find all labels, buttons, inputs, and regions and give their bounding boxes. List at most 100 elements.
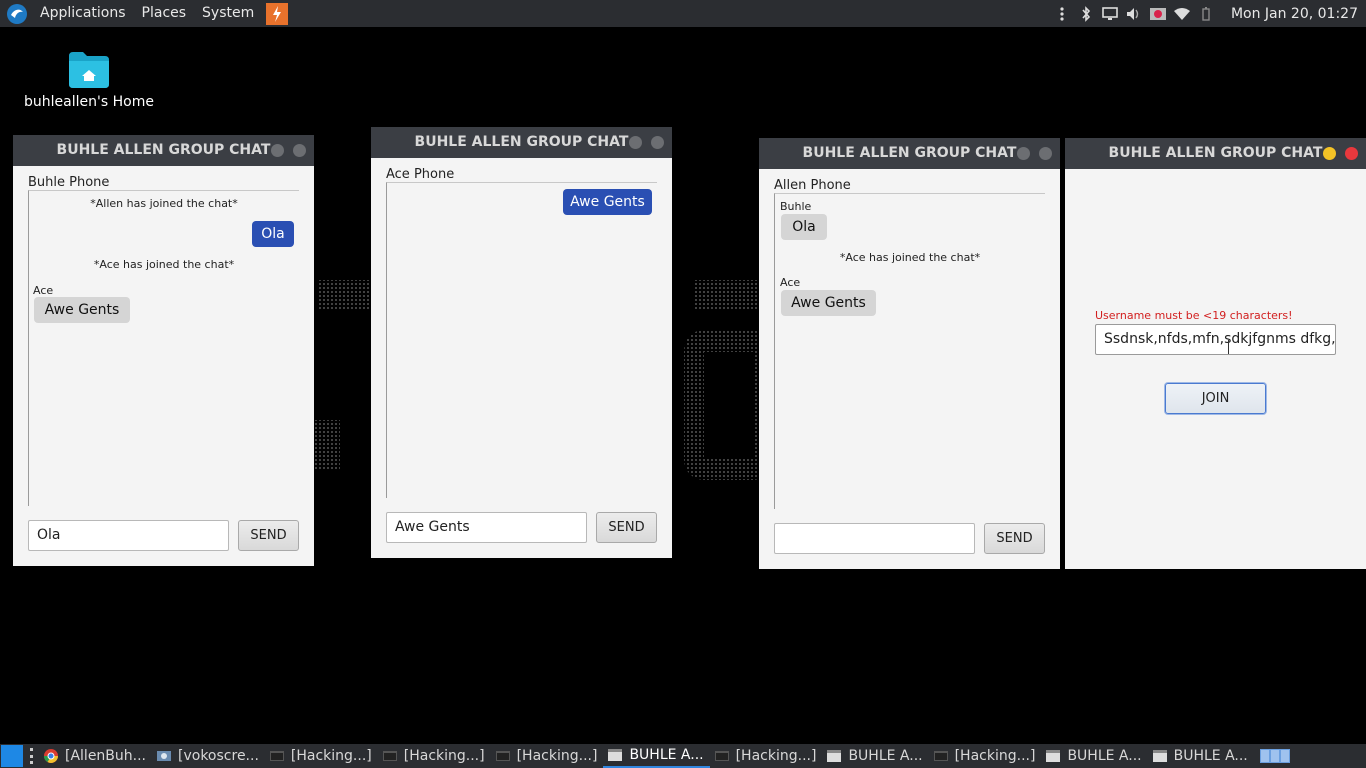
window-title: BUHLE ALLEN GROUP CHAT (1108, 145, 1323, 161)
incoming-message-bubble: Ola (781, 214, 827, 240)
tray-menu-icon[interactable] (1053, 5, 1071, 23)
window-titlebar[interactable]: BUHLE ALLEN GROUP CHAT (1065, 138, 1366, 169)
outgoing-message-bubble: Awe Gents (563, 189, 652, 215)
taskbar-task-terminal[interactable]: [Hacking...] (491, 744, 604, 768)
top-panel: Applications Places System Mon Jan 20, 0… (0, 0, 1366, 27)
chat-window-buhle: BUHLE ALLEN GROUP CHAT Buhle Phone *Alle… (13, 135, 314, 566)
home-folder-desktop-icon[interactable]: buhleallen's Home (22, 52, 156, 110)
text-cursor-icon (1228, 340, 1229, 354)
menu-applications[interactable]: Applications (32, 0, 134, 27)
chat-window-ace: BUHLE ALLEN GROUP CHAT Ace Phone Awe Gen… (371, 127, 672, 558)
minimize-button[interactable] (1017, 147, 1030, 160)
taskbar-task-chrome[interactable]: [AllenBuh... (39, 744, 152, 768)
workspace-pager[interactable] (1259, 749, 1290, 763)
minimize-button[interactable] (1323, 147, 1336, 160)
window-icon (1046, 750, 1061, 762)
minimize-button[interactable] (271, 144, 284, 157)
message-input[interactable]: Ola (28, 520, 229, 551)
kali-logo-icon[interactable] (6, 3, 28, 25)
taskbar-task-label: BUHLE A... (1067, 748, 1142, 764)
chat-messages-area[interactable]: Buhle Ola *Ace has joined the chat* Ace … (774, 193, 1045, 509)
message-sender: Ace (780, 276, 801, 289)
taskbar-task-chat-window[interactable]: BUHLE A... (1148, 744, 1254, 768)
window-titlebar[interactable]: BUHLE ALLEN GROUP CHAT (759, 138, 1060, 169)
taskbar-task-terminal[interactable]: [Hacking...] (265, 744, 378, 768)
menu-system[interactable]: System (194, 0, 262, 27)
home-folder-label: buhleallen's Home (24, 94, 154, 110)
window-icon (608, 749, 623, 761)
message-sender: Ace (33, 284, 54, 297)
terminal-icon (495, 751, 510, 761)
close-button[interactable] (1039, 147, 1052, 160)
taskbar-task-terminal[interactable]: [Hacking...] (710, 744, 823, 768)
burp-launcher-icon[interactable] (266, 2, 289, 25)
join-button[interactable]: JOIN (1165, 383, 1266, 414)
taskbar: [AllenBuh... [vokoscre... [Hacking...] [… (0, 744, 1366, 768)
incoming-message-bubble: Awe Gents (781, 290, 876, 316)
outgoing-message-bubble: Ola (252, 221, 294, 247)
taskbar-task-label: [Hacking...] (516, 748, 598, 764)
close-button[interactable] (293, 144, 306, 157)
chat-window-allen: BUHLE ALLEN GROUP CHAT Allen Phone Buhle… (759, 138, 1060, 569)
taskbar-task-chat-window[interactable]: BUHLE A... (822, 744, 928, 768)
volume-icon[interactable] (1125, 5, 1143, 23)
taskbar-task-vokoscreen[interactable]: [vokoscre... (152, 744, 265, 768)
send-button[interactable]: SEND (238, 520, 299, 551)
taskbar-task-chat-window[interactable]: BUHLE A... (603, 744, 710, 768)
phone-label: Ace Phone (386, 167, 455, 182)
send-button[interactable]: SEND (596, 512, 657, 543)
terminal-icon (933, 751, 948, 761)
join-window: BUHLE ALLEN GROUP CHAT Username must be … (1065, 138, 1366, 569)
taskbar-task-label: [AllenBuh... (65, 748, 147, 764)
taskbar-task-terminal[interactable]: [Hacking...] (929, 744, 1042, 768)
taskbar-task-chat-window[interactable]: BUHLE A... (1041, 744, 1147, 768)
terminal-icon (382, 751, 397, 761)
terminal-icon (714, 751, 729, 761)
screen-recorder-icon[interactable] (1149, 5, 1167, 23)
message-sender: Buhle (780, 200, 812, 213)
phone-label: Allen Phone (774, 178, 851, 193)
taskbar-task-label: [Hacking...] (290, 748, 372, 764)
wifi-icon[interactable] (1173, 5, 1191, 23)
taskbar-task-label: [Hacking...] (403, 748, 485, 764)
menu-places[interactable]: Places (134, 0, 195, 27)
taskbar-task-label: [Hacking...] (954, 748, 1036, 764)
chat-messages-area[interactable]: *Allen has joined the chat* Ola *Ace has… (28, 190, 299, 506)
taskbar-task-label: [Hacking...] (735, 748, 817, 764)
bluetooth-icon[interactable] (1077, 5, 1095, 23)
phone-label: Buhle Phone (28, 175, 110, 190)
window-titlebar[interactable]: BUHLE ALLEN GROUP CHAT (13, 135, 314, 166)
vokoscreen-icon (157, 751, 172, 761)
taskbar-task-terminal[interactable]: [Hacking...] (378, 744, 491, 768)
close-button[interactable] (1345, 147, 1358, 160)
window-icon (1152, 750, 1167, 762)
system-message: *Ace has joined the chat* (839, 251, 981, 264)
terminal-icon (269, 751, 284, 761)
taskbar-task-label: BUHLE A... (848, 748, 923, 764)
show-desktop-icon[interactable] (1, 745, 23, 767)
system-tray: Mon Jan 20, 01:27 (1053, 0, 1366, 27)
clock[interactable]: Mon Jan 20, 01:27 (1231, 6, 1358, 22)
display-icon[interactable] (1101, 5, 1119, 23)
window-icon (827, 750, 842, 762)
window-title: BUHLE ALLEN GROUP CHAT (56, 142, 271, 158)
close-button[interactable] (651, 136, 664, 149)
taskbar-task-label: BUHLE A... (1173, 748, 1248, 764)
username-error-message: Username must be <19 characters! (1095, 309, 1293, 322)
username-input[interactable]: Ssdnsk,nfds,mfn,sdkjfgnms dfkg,m (1095, 324, 1336, 355)
battery-icon[interactable] (1197, 5, 1215, 23)
window-titlebar[interactable]: BUHLE ALLEN GROUP CHAT (371, 127, 672, 158)
window-title: BUHLE ALLEN GROUP CHAT (802, 145, 1017, 161)
send-button[interactable]: SEND (984, 523, 1045, 554)
chat-messages-area[interactable]: Awe Gents (386, 182, 657, 498)
taskbar-task-label: [vokoscre... (178, 748, 259, 764)
taskbar-task-label: BUHLE A... (629, 747, 704, 763)
message-input[interactable] (774, 523, 975, 554)
incoming-message-bubble: Awe Gents (34, 297, 130, 323)
message-input[interactable]: Awe Gents (386, 512, 587, 543)
minimize-button[interactable] (629, 136, 642, 149)
taskbar-handle-icon[interactable] (27, 748, 35, 764)
system-message: *Allen has joined the chat* (90, 197, 238, 210)
home-folder-icon (69, 52, 109, 88)
window-title: BUHLE ALLEN GROUP CHAT (414, 134, 629, 150)
